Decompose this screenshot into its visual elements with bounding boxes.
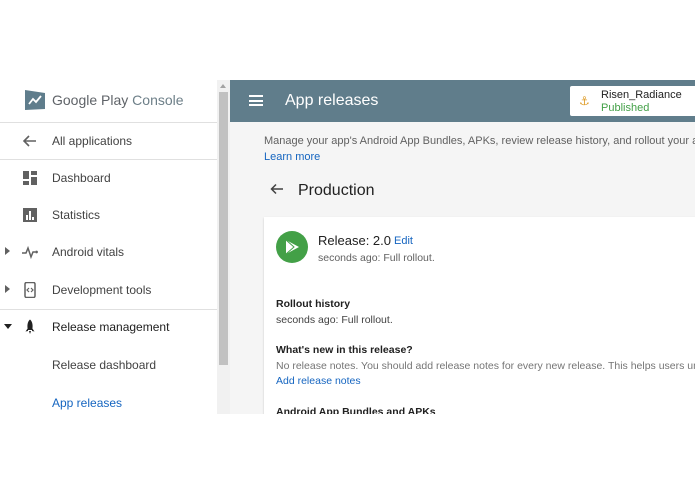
pulse-icon (22, 245, 38, 260)
sidebar-item-label: Dashboard (52, 171, 111, 185)
sidebar-item-label: Release management (52, 320, 170, 334)
sidebar-item-release-dashboard[interactable]: Release dashboard (0, 347, 217, 383)
play-console-logo[interactable]: Google Play Console (0, 80, 217, 123)
top-app-bar: App releases ⚓ Risen_Radiance Published (230, 80, 695, 122)
logo-text: Google Play Console (52, 92, 184, 108)
sidebar-item-statistics[interactable]: Statistics (0, 197, 217, 233)
app-status: Published (601, 102, 650, 114)
bar-chart-icon (23, 208, 37, 222)
header-title: App releases (285, 92, 379, 109)
rocket-icon (25, 319, 35, 334)
whats-new-text: No release notes. You should add release… (276, 360, 695, 372)
arrow-left-icon (22, 135, 36, 147)
expand-arrow-icon[interactable] (5, 247, 10, 255)
release-title: Release: 2.0 (318, 233, 391, 248)
scroll-up-icon[interactable] (220, 84, 226, 88)
dashboard-icon (23, 171, 37, 185)
sidebar-item-android-vitals[interactable]: Android vitals (0, 234, 217, 270)
sidebar-item-label: App releases (52, 396, 123, 410)
sidebar-item-label: Release dashboard (52, 358, 157, 372)
anchor-icon: ⚓ (579, 94, 590, 108)
logo-brand: Google Play (52, 92, 129, 108)
sidebar-item-development-tools[interactable]: Development tools (0, 272, 217, 308)
back-arrow-icon[interactable] (270, 182, 284, 196)
sidebar-item-label: Statistics (52, 208, 101, 222)
bundles-heading: Android App Bundles and APKs (276, 406, 436, 414)
app-selector[interactable]: ⚓ Risen_Radiance Published (570, 86, 695, 116)
sidebar-item-label: Development tools (52, 283, 152, 297)
intro-text: Manage your app's Android App Bundles, A… (264, 135, 695, 147)
edit-release-link[interactable]: Edit (394, 235, 413, 247)
play-icon (276, 231, 308, 263)
sidebar-item-app-releases[interactable]: App releases (0, 385, 217, 414)
sidebar-item-dashboard[interactable]: Dashboard (0, 160, 217, 196)
menu-icon[interactable] (249, 95, 263, 106)
scrollbar-thumb[interactable] (219, 92, 228, 365)
sidebar-scrollbar[interactable] (217, 80, 230, 414)
expand-arrow-icon[interactable] (5, 285, 10, 293)
dev-tools-icon (24, 282, 36, 298)
learn-more-link[interactable]: Learn more (264, 151, 320, 163)
whats-new-heading: What's new in this release? (276, 344, 413, 356)
sidebar-item-release-management[interactable]: Release management (0, 309, 217, 345)
logo-product: Console (132, 92, 184, 108)
rollout-history-text: seconds ago: Full rollout. (276, 314, 393, 326)
main-content: App releases ⚓ Risen_Radiance Published … (230, 80, 695, 414)
app-name: Risen_Radiance (601, 89, 682, 101)
add-release-notes-link[interactable]: Add release notes (276, 375, 361, 387)
sidebar-item-all-applications[interactable]: All applications (0, 123, 217, 159)
page-title: Production (298, 182, 375, 199)
release-card: Release: 2.0 Edit seconds ago: Full roll… (264, 217, 695, 414)
sidebar: Google Play Console All applications Das… (0, 80, 217, 414)
release-time: seconds ago: Full rollout. (318, 252, 435, 264)
sidebar-item-label: Android vitals (52, 245, 125, 259)
collapse-arrow-icon[interactable] (4, 324, 12, 329)
play-console-logo-icon (25, 90, 45, 110)
sidebar-item-label: All applications (52, 134, 133, 148)
app-window: Google Play Console All applications Das… (0, 80, 695, 414)
rollout-history-heading: Rollout history (276, 298, 351, 310)
